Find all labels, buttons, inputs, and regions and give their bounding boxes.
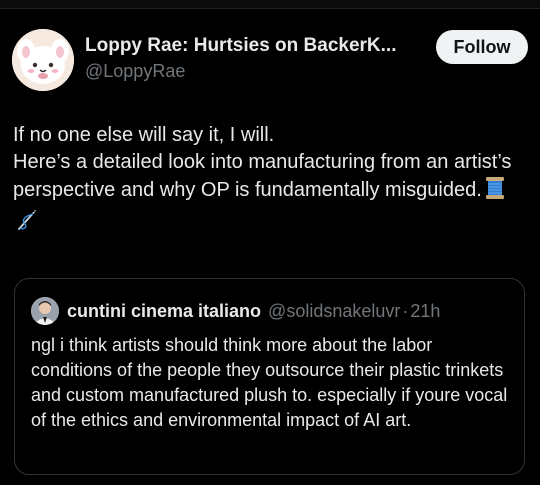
post-text-line-2: Here’s a detailed look into manufacturin… — [13, 149, 528, 240]
separator-dot: · — [402, 300, 409, 321]
sewing-needle-icon — [15, 208, 39, 240]
post-text-line-2-content: Here’s a detailed look into manufacturin… — [13, 151, 512, 201]
user-photo-avatar-icon[interactable] — [31, 297, 59, 325]
quoted-post-text: ngl i think artists should think more ab… — [31, 335, 508, 430]
quoted-author-display-name[interactable]: cuntini cinema italiano — [67, 301, 261, 322]
author-display-name[interactable]: Loppy Rae: Hurtsies on BackerK... — [85, 35, 415, 57]
spool-of-thread-icon — [484, 176, 506, 208]
post-text: If no one else will say it, I will. Here… — [13, 122, 528, 240]
author-names: Loppy Rae: Hurtsies on BackerK... @Loppy… — [85, 35, 415, 82]
follow-button[interactable]: Follow — [436, 30, 528, 64]
quoted-author-handle[interactable]: @solidsnakeluvr — [268, 301, 400, 322]
quoted-post-timestamp[interactable]: 21h — [410, 301, 440, 322]
quoted-post[interactable]: cuntini cinema italiano @solidsnakeluvr … — [14, 278, 525, 475]
quoted-post-header: cuntini cinema italiano @solidsnakeluvr … — [31, 297, 440, 325]
author-handle[interactable]: @LoppyRae — [85, 60, 415, 82]
top-divider — [0, 0, 540, 9]
post-header: Loppy Rae: Hurtsies on BackerK... @Loppy… — [12, 26, 528, 92]
plush-bunny-avatar-icon[interactable] — [12, 29, 74, 91]
post-text-line-1: If no one else will say it, I will. — [13, 124, 275, 146]
